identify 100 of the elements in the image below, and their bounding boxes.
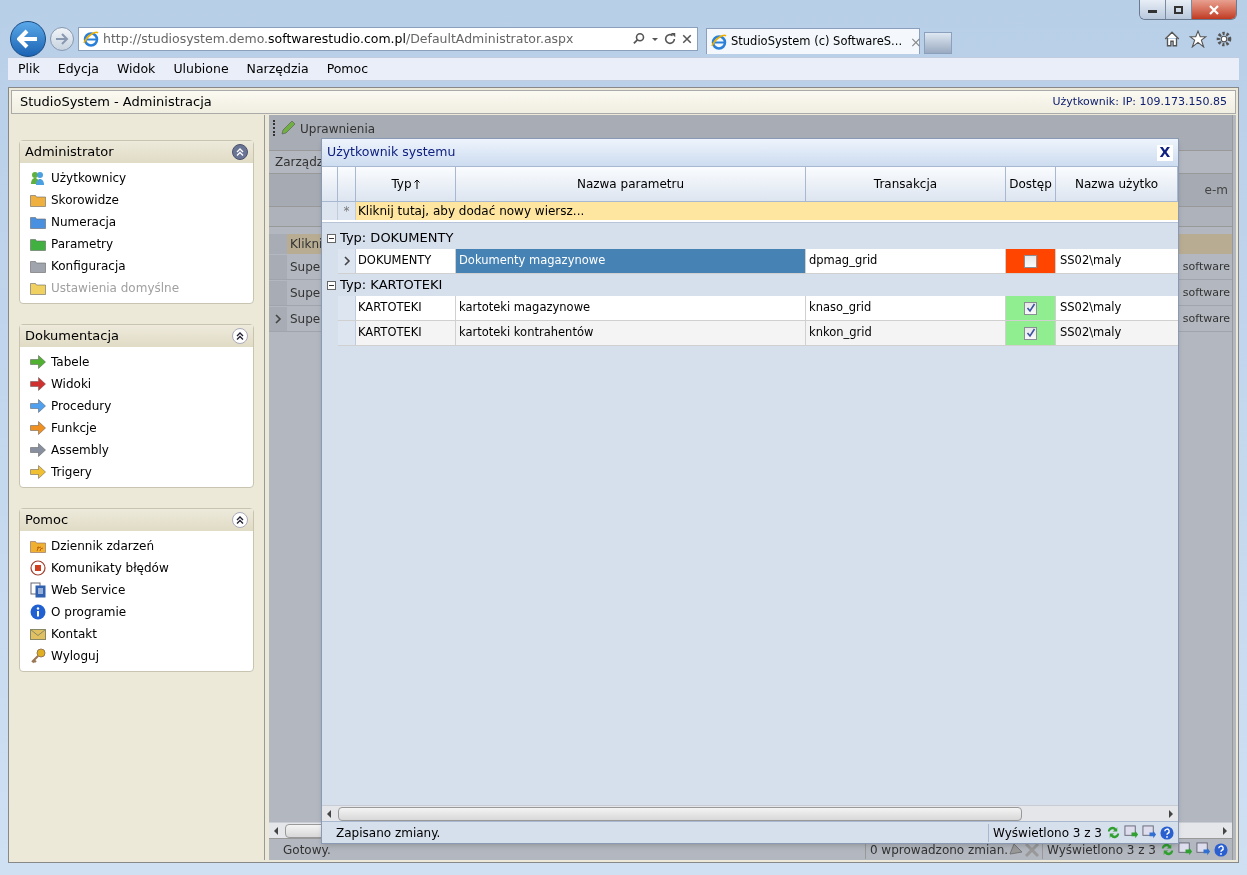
checkbox[interactable] (1024, 301, 1037, 315)
table-cell: kartoteki kontrahentów (456, 321, 806, 345)
dialog-title: Użytkownik systemu (327, 143, 456, 162)
settings-icon (1215, 30, 1233, 48)
checkbox[interactable] (1024, 254, 1037, 268)
sidebar-link[interactable]: Użytkownicy (51, 169, 127, 187)
new-row-marker: * (338, 202, 356, 220)
table-cell-text: SS02\maly (1059, 299, 1123, 317)
close-icon (1209, 4, 1219, 15)
browser-logo-icon (83, 31, 99, 47)
user-info: Użytkownik: IP: 109.173.150.85 (1052, 93, 1227, 110)
group-label: Typ: KARTOTEKI (340, 276, 443, 295)
sidebar-link[interactable]: Konfiguracja (51, 257, 126, 275)
menu-item[interactable]: Plik (18, 59, 40, 79)
refresh-icon (1106, 825, 1121, 840)
forward-arrow-icon (55, 33, 69, 45)
app-title: StudioSystem - Administracja (20, 93, 212, 112)
url-text: http://studiosystem.demo.softwarestudio.com.pl/DefaultAdministrator.aspx (103, 29, 575, 48)
group-toggle[interactable] (327, 233, 336, 243)
arrow-icon (30, 399, 46, 413)
sidebar-link[interactable]: Skorowidze (51, 191, 119, 209)
column-header[interactable]: Nazwa parametru (456, 167, 806, 201)
collapse-button[interactable] (232, 328, 248, 344)
arrow-icon (30, 465, 46, 479)
chevrons-up-icon (236, 515, 244, 525)
chevron-icon (274, 314, 282, 324)
status-text: Zapisano zmiany. (336, 824, 441, 842)
chevron-icon (342, 256, 351, 266)
table-cell-text: software (1182, 258, 1231, 275)
close-button[interactable] (1192, 0, 1236, 19)
column-header[interactable]: Transakcja (806, 167, 1006, 201)
sidebar-link[interactable]: O programie (51, 603, 127, 621)
sidebar-link[interactable]: Funkcje (51, 419, 97, 437)
sidebar-link[interactable]: Kontakt (51, 625, 97, 643)
status-text: Gotowy. (283, 841, 331, 859)
search-icon (633, 32, 647, 46)
collapse-button[interactable] (232, 512, 248, 528)
record-count: Wyświetlono 3 z 3 (988, 823, 1102, 842)
help-icon (1160, 825, 1174, 840)
table-cell-text: software (1182, 310, 1231, 327)
sidebar-link[interactable]: Parametry (51, 235, 114, 253)
checkmark-icon (1025, 328, 1036, 338)
table-cell-text: Supe (289, 259, 321, 276)
menu-item[interactable]: Narzędzia (246, 59, 309, 79)
sidebar-link[interactable]: Komunikaty błędów (51, 559, 169, 577)
checkmark-icon (1025, 303, 1036, 313)
sidebar-link[interactable]: Assembly (51, 441, 109, 459)
menu-item[interactable]: Ulubione (173, 59, 229, 79)
sidebar-link[interactable]: Dziennik zdarzeń (51, 537, 155, 555)
sidebar-link[interactable]: Widoki (51, 375, 92, 393)
refresh-icon (663, 32, 677, 46)
users-icon (30, 170, 46, 186)
toolbar-button[interactable]: Uprawnienia (300, 120, 376, 138)
sidebar-link[interactable]: Numeracja (51, 213, 117, 231)
star-icon (1189, 30, 1207, 48)
minimize-icon (1148, 10, 1157, 13)
forward-button[interactable] (50, 27, 74, 51)
export-icon (1196, 842, 1211, 857)
menu-item[interactable]: Pomoc (326, 59, 369, 79)
arrow-icon (30, 443, 46, 457)
table-cell-text: SS02\maly (1059, 252, 1123, 270)
address-bar[interactable]: http://studiosystem.demo.softwarestudio.com.pl/DefaultAdministrator.aspx (78, 27, 698, 51)
collapse-button[interactable] (232, 144, 248, 160)
scrollbar-thumb[interactable] (338, 806, 1022, 821)
back-button[interactable] (10, 21, 46, 57)
arrow-icon (30, 377, 46, 391)
table-cell-text: Supe (289, 285, 321, 302)
table-cell: KARTOTEKI (356, 296, 456, 320)
checkbox[interactable] (1024, 326, 1037, 340)
panel-title: Administrator (25, 143, 114, 162)
column-header[interactable]: Dostęp (1006, 167, 1056, 201)
minimize-button[interactable] (1140, 0, 1166, 19)
export-icon (1142, 825, 1157, 840)
maximize-button[interactable] (1166, 0, 1192, 19)
column-header[interactable]: Typ (356, 167, 456, 201)
sidebar-link[interactable]: Trigery (51, 463, 92, 481)
table-cell-text: software (1182, 284, 1231, 301)
horizontal-scrollbar[interactable] (322, 805, 1178, 821)
document-icon (30, 582, 46, 598)
group-panel-text: Zarządz (275, 154, 324, 171)
browser-logo-icon (711, 33, 727, 50)
arrow-icon (30, 355, 46, 369)
new-row-prompt[interactable]: Klikni (287, 235, 323, 253)
group-label: Typ: DOKUMENTY (340, 229, 454, 248)
maximize-icon (1174, 5, 1183, 14)
new-row-prompt[interactable]: Kliknij tutaj, aby dodać nowy wiersz... (356, 202, 585, 220)
dialog-close-button[interactable]: X (1157, 144, 1173, 161)
table-cell-text: SS02\maly (1059, 324, 1123, 342)
panel-title: Dokumentacja (25, 327, 120, 346)
column-header: e-m (1204, 182, 1228, 199)
sidebar-link[interactable]: Web Service (51, 581, 126, 599)
sidebar-link[interactable]: Wyloguj (51, 647, 99, 665)
column-header[interactable]: Nazwa użytko (1056, 167, 1178, 201)
sidebar-link[interactable]: Procedury (51, 397, 112, 415)
home-icon (1163, 30, 1181, 48)
menu-item[interactable]: Widok (117, 59, 156, 79)
menu-item[interactable]: Edycja (57, 59, 99, 79)
sidebar-link[interactable]: Tabele (51, 353, 90, 371)
group-toggle[interactable] (327, 280, 336, 290)
stop-icon (681, 33, 693, 45)
